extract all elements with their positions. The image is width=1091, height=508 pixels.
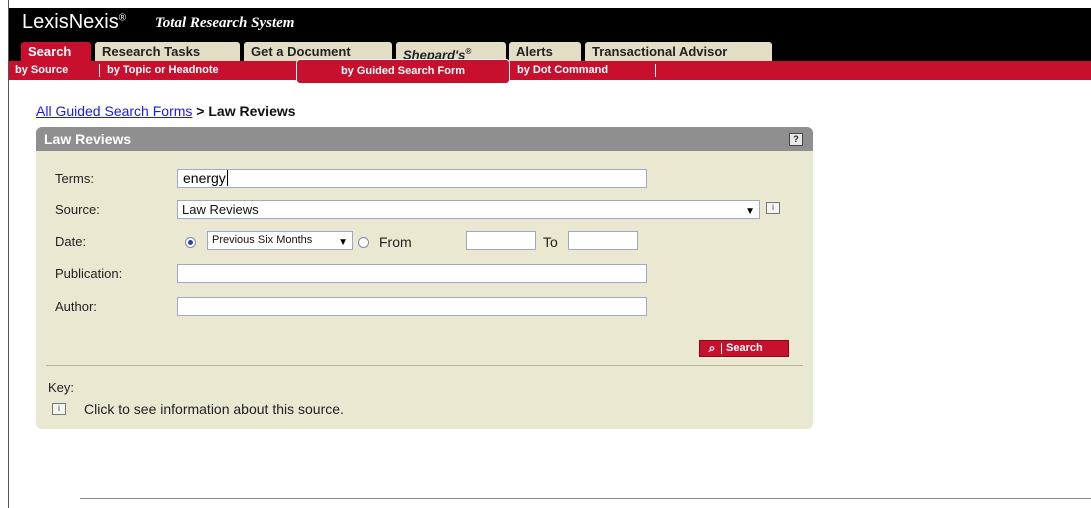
search-button[interactable]: ⌕ Search [699,340,789,357]
terms-label: Terms: [55,171,94,186]
chevron-down-icon: ▼ [745,206,755,217]
tab-alerts[interactable]: Alerts [509,42,581,61]
publication-label: Publication: [55,266,123,281]
subnav-separator [99,64,100,77]
subnav-by-dot-command[interactable]: by Dot Command [517,63,608,77]
key-info-icon: i [52,403,66,415]
breadcrumb-link-all-forms[interactable]: All Guided Search Forms [36,103,192,119]
tab-transactional-advisor[interactable]: Transactional Advisor [585,42,772,61]
breadcrumb-current: Law Reviews [208,103,296,119]
date-from-to-radio[interactable] [358,237,369,248]
panel-title: Law Reviews [44,131,132,147]
brand-bar: LexisNexis® Total Research System [9,8,1091,42]
panel-divider [46,365,803,366]
source-select[interactable]: Law Reviews ▼ [177,200,760,219]
author-label: Author: [55,299,97,314]
button-divider [721,343,722,354]
search-subnav: by Source by Topic or Headnote by Guided… [9,59,1091,84]
subnav-by-topic[interactable]: by Topic or Headnote [107,63,219,77]
date-range-select[interactable]: Previous Six Months ▼ [207,231,353,250]
source-label: Source: [55,202,100,217]
subnav-separator [655,64,656,77]
date-from-input[interactable] [466,231,536,250]
date-to-input[interactable] [568,231,638,250]
search-magnifier-icon: ⌕ [708,341,716,355]
breadcrumb: All Guided Search Forms > Law Reviews [36,103,296,119]
subnav-by-guided-search-form[interactable]: by Guided Search Form [296,59,510,84]
subnav-by-source[interactable]: by Source [15,63,68,77]
publication-input[interactable] [177,264,647,283]
terms-input[interactable]: energy [177,169,647,188]
author-input[interactable] [177,297,647,316]
tab-search[interactable]: Search [21,42,91,61]
date-label: Date: [55,234,87,249]
help-question-icon[interactable]: ? [789,133,803,146]
tab-research-tasks[interactable]: Research Tasks [95,42,240,61]
source-info-icon[interactable]: i [766,202,780,214]
footer-rule [80,498,1091,499]
brand-subtitle: Total Research System [155,15,295,31]
from-label: From [379,234,412,250]
main-tabs: Search Research Tasks Get a Document She… [9,42,1091,62]
law-reviews-panel: Law Reviews ? Terms: energy Source: Law … [36,127,813,429]
key-label: Key: [48,380,75,395]
panel-header: Law Reviews ? [36,127,813,151]
lexisnexis-logo: LexisNexis® [22,11,127,33]
chevron-down-icon: ▼ [338,237,348,248]
date-preset-radio[interactable] [185,237,196,248]
to-label: To [543,234,558,250]
key-info-text: Click to see information about this sour… [84,401,344,417]
